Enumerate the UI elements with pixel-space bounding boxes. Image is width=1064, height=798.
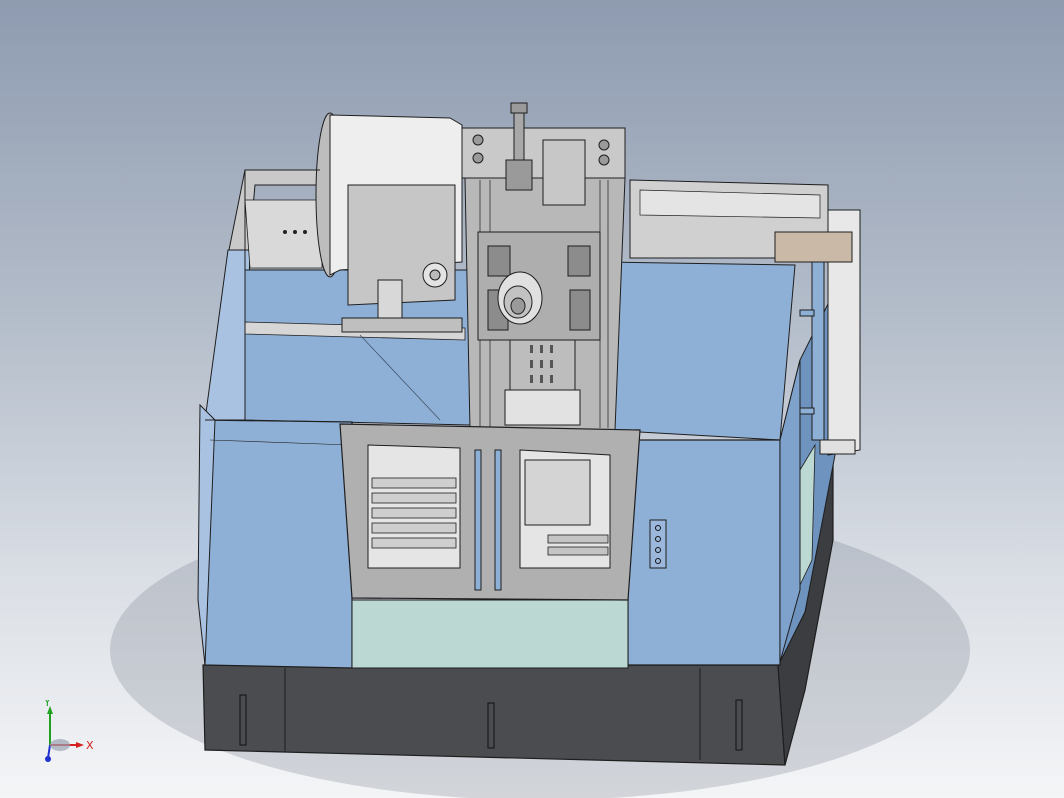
triad-x-arrow <box>76 742 84 748</box>
front-glass-panel <box>351 599 629 669</box>
triad-x-label: X <box>86 739 94 752</box>
cnc-machine-model[interactable] <box>0 0 1064 798</box>
triad-z-tip <box>45 756 51 762</box>
control-buttons[interactable] <box>649 519 667 569</box>
front-panel-left[interactable] <box>197 403 353 669</box>
door-handle-right[interactable] <box>494 449 502 591</box>
cad-graphics-area[interactable]: X Y <box>0 0 1064 798</box>
triad-origin-disc <box>50 739 70 751</box>
z-axis-ballscrew[interactable] <box>505 102 586 206</box>
triad-y-label: Y <box>43 700 51 709</box>
reference-triad: X Y <box>43 700 94 762</box>
reference-triad-icon: X Y <box>43 700 94 762</box>
front-doors[interactable] <box>339 423 641 601</box>
door-handle-left[interactable] <box>474 449 482 591</box>
